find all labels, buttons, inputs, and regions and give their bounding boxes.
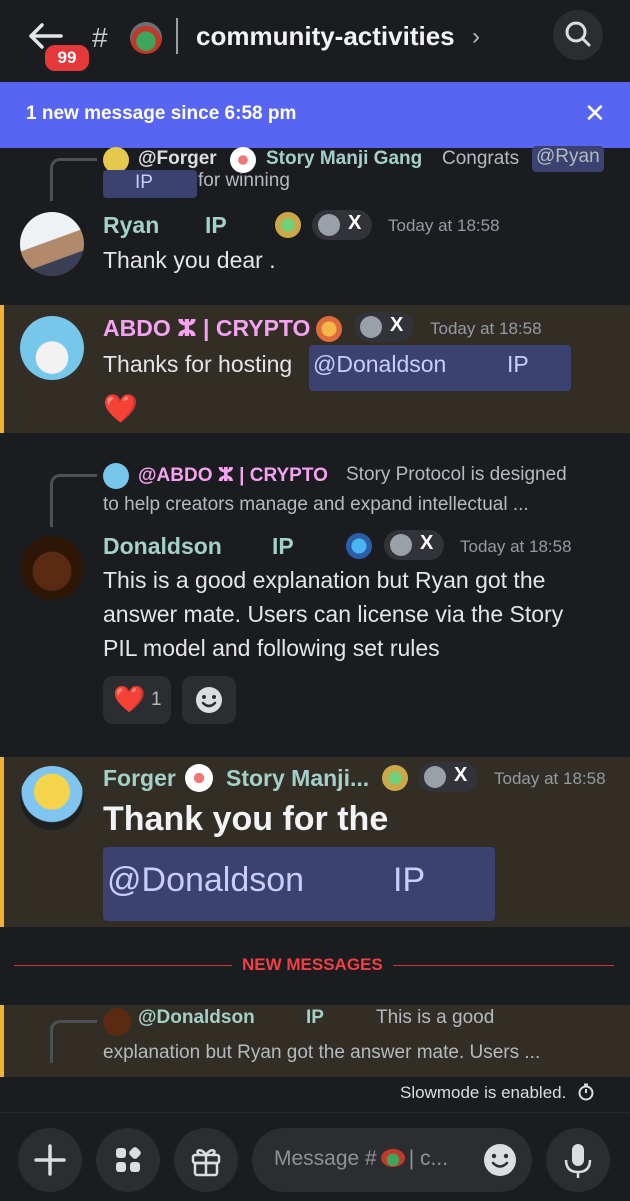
link-icon (360, 316, 382, 338)
timestamp: Today at 18:58 (430, 319, 542, 338)
reply-connector (50, 474, 97, 527)
timestamp: Today at 18:58 (460, 537, 572, 556)
heart-emoji: ❤️ (113, 684, 146, 714)
plus-icon (34, 1144, 66, 1176)
search-icon (565, 21, 591, 47)
reply-avatar (103, 463, 129, 489)
add-attachment-button[interactable] (18, 1128, 82, 1192)
search-button[interactable] (553, 10, 603, 60)
message-line-1: This is a good explanation but Ryan got … (103, 567, 546, 593)
unread-badge: 99 (42, 42, 92, 74)
reply-server-tag: Story Manji Gang (266, 148, 423, 169)
channel-hash-icon: # (92, 22, 108, 53)
slowmode-notice: Slowmode is enabled. (400, 1083, 595, 1103)
gift-icon (191, 1149, 221, 1177)
user-mention[interactable]: @Donaldson IP (309, 345, 571, 391)
author-name[interactable]: ABDO ⵣ | CRYPTO (103, 315, 310, 342)
message-input[interactable]: Message # | c... (252, 1128, 532, 1192)
reply-mention[interactable]: @Ryan (532, 146, 604, 172)
avatar-forger[interactable] (20, 766, 84, 830)
role-badge-icon (346, 533, 372, 559)
author-name-suffix: IP (205, 212, 227, 238)
role-badge-icon (382, 765, 408, 791)
reply-author[interactable]: @Forger (138, 148, 217, 170)
link-icon (318, 214, 340, 236)
avatar-abdo[interactable] (20, 316, 84, 380)
channel-header: 99 # community-activities › (0, 0, 630, 80)
mention-highlight-bar (0, 305, 4, 433)
chevron-right-icon[interactable]: › (472, 23, 480, 51)
channel-emoji-icon (130, 22, 162, 54)
reply-text-line2: explanation but Ryan got the answer mate… (103, 1042, 541, 1063)
emoji-picker-icon (484, 1144, 516, 1176)
reply-author-suffix: IP (306, 1007, 324, 1028)
voice-message-button[interactable] (546, 1128, 610, 1192)
message-placeholder: Message # | c... (274, 1147, 449, 1170)
message-text: Thanks for hosting (103, 351, 293, 377)
gift-button[interactable] (174, 1128, 238, 1192)
flower-icon (185, 764, 213, 792)
banner-text: 1 new message since 6:58 pm (26, 103, 297, 124)
apps-button[interactable] (96, 1128, 160, 1192)
reply-text: Story Protocol is designed (346, 464, 567, 485)
user-mention[interactable]: @Donaldson IP (103, 847, 495, 921)
reply-text: This is a good (376, 1007, 495, 1028)
message-line-2: answer mate. Users can license via the S… (103, 601, 564, 627)
role-badge-icon (275, 212, 301, 238)
add-reaction-button[interactable] (182, 676, 236, 724)
reply-text: Congrats (442, 148, 520, 169)
reply-avatar (103, 1008, 131, 1036)
server-tag: Story Manji... (226, 765, 370, 791)
channel-emoji-icon (380, 1149, 405, 1167)
x-connection-tag[interactable]: X (418, 762, 478, 792)
message-line-3: PIL model and following set rules (103, 635, 440, 661)
author-name[interactable]: Donaldson (103, 533, 222, 560)
reply-mention-continued[interactable]: IP (103, 170, 197, 198)
avatar-ryan[interactable] (20, 212, 84, 276)
stopwatch-icon (578, 1083, 594, 1101)
author-name[interactable]: Forger (103, 765, 176, 792)
sparkle-apps-icon (116, 1147, 141, 1172)
message-big-text: Thank you for the (103, 800, 389, 838)
x-connection-tag[interactable]: X (384, 530, 444, 560)
x-connection-tag[interactable]: X (312, 210, 372, 240)
reply-author[interactable]: @ABDO ⵣ | CRYPTO (138, 464, 328, 487)
smiley-icon (196, 687, 222, 713)
heart-emoji: ❤️ (103, 393, 138, 424)
reply-connector (50, 1020, 97, 1063)
role-badge-icon (316, 316, 342, 342)
author-name-suffix: IP (272, 533, 294, 559)
link-icon (424, 766, 446, 788)
channel-title[interactable]: community-activities (196, 21, 455, 52)
mention-highlight-bar (0, 757, 4, 927)
link-icon (390, 534, 412, 556)
timestamp: Today at 18:58 (388, 216, 500, 235)
reply-connector (50, 158, 97, 201)
author-name[interactable]: Ryan (103, 212, 159, 239)
reaction-heart[interactable]: ❤️ 1 (103, 676, 171, 724)
reply-text-line2: to help creators manage and expand intel… (103, 494, 529, 515)
new-message-banner[interactable]: 1 new message since 6:58 pm ✕ (0, 82, 630, 148)
reply-text-end: for winning (198, 170, 290, 191)
microphone-icon (564, 1144, 592, 1178)
avatar-donaldson[interactable] (20, 536, 84, 600)
message-text: Thank you dear . (103, 247, 276, 273)
reply-author[interactable]: @Donaldson (138, 1007, 255, 1029)
timestamp: Today at 18:58 (494, 769, 606, 788)
x-connection-tag[interactable]: X (354, 312, 414, 342)
new-messages-label: NEW MESSAGES (232, 955, 393, 975)
close-icon[interactable]: ✕ (584, 98, 606, 129)
mention-highlight-bar (0, 1005, 4, 1077)
reaction-count: 1 (151, 689, 162, 710)
divider (176, 18, 178, 54)
